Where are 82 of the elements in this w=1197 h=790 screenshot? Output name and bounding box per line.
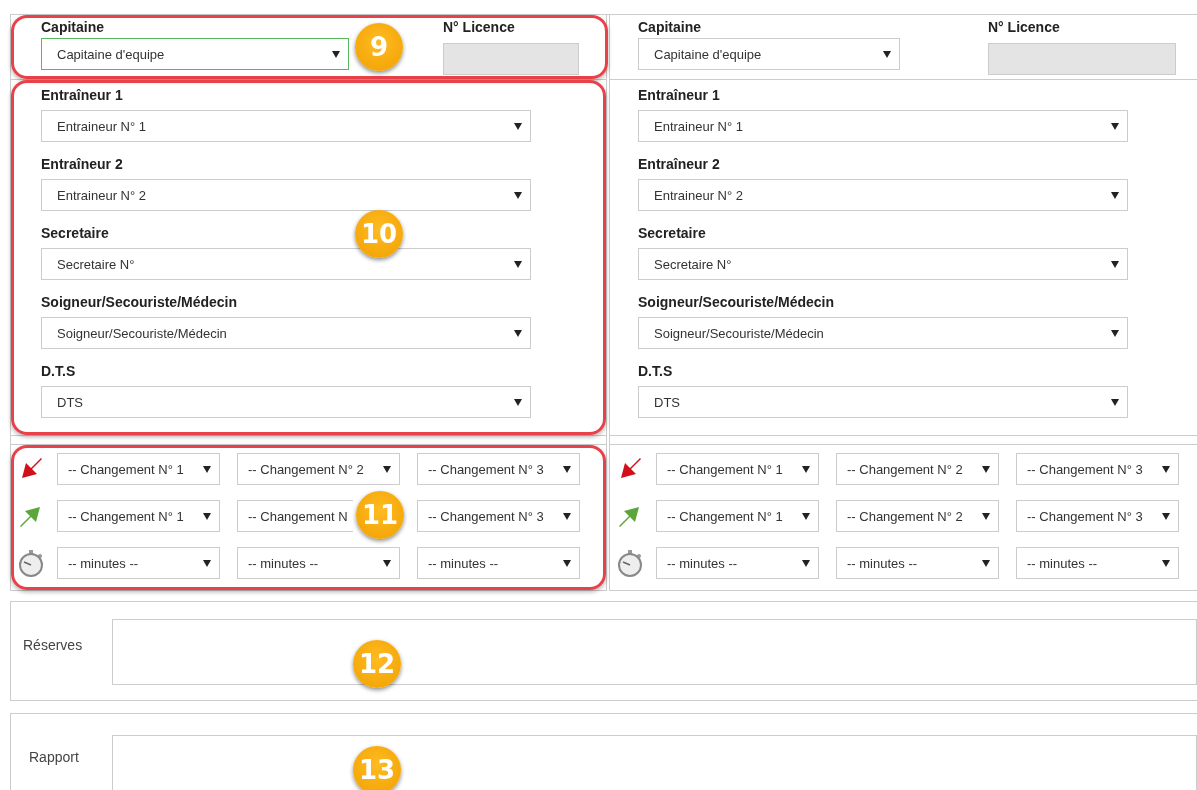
substitution-dropdown[interactable]: -- Changement N [237, 500, 353, 532]
substitution-dropdown[interactable]: -- Changement N° 2 [836, 500, 999, 532]
caret-icon [1111, 191, 1119, 199]
caret-icon [982, 465, 990, 473]
caret-icon [383, 465, 391, 473]
caret-icon [332, 50, 340, 58]
field-label: Entraîneur 1 [638, 86, 720, 104]
substitution-dropdown[interactable]: -- Changement N° 3 [1016, 500, 1179, 532]
caret-icon [802, 465, 810, 473]
staff-dropdown[interactable]: DTS [41, 386, 531, 418]
field-label: D.T.S [41, 362, 76, 380]
staff-dropdown[interactable]: Entraineur N° 1 [638, 110, 1128, 142]
staff-dropdown[interactable]: Soigneur/Secouriste/Médecin [41, 317, 531, 349]
field-label: Entraîneur 2 [41, 155, 123, 173]
field-label: Secretaire [638, 224, 706, 242]
caret-icon [203, 465, 211, 473]
staff-dropdown[interactable]: Entraineur N° 2 [638, 179, 1128, 211]
substitution-dropdown[interactable]: -- minutes -- [1016, 547, 1179, 579]
staff-dropdown[interactable]: Entraineur N° 1 [41, 110, 531, 142]
caret-icon [514, 260, 522, 268]
staff-dropdown[interactable]: DTS [638, 386, 1128, 418]
caret-icon [1111, 260, 1119, 268]
caret-icon [563, 512, 571, 520]
caret-icon [883, 50, 891, 58]
staff-dropdown[interactable]: Entraineur N° 2 [41, 179, 531, 211]
caret-icon [1111, 122, 1119, 130]
caret-icon [514, 122, 522, 130]
text-area[interactable] [112, 618, 1197, 685]
staff-dropdown[interactable]: Soigneur/Secouriste/Médecin [638, 317, 1128, 349]
caret-icon [1162, 559, 1170, 567]
substitution-dropdown[interactable]: -- Changement N° 3 [417, 453, 580, 485]
caret-icon [203, 559, 211, 567]
substitution-dropdown[interactable]: -- minutes -- [417, 547, 580, 579]
caret-icon [982, 559, 990, 567]
step-badge: 11 [356, 491, 404, 539]
caret-icon [514, 191, 522, 199]
substitution-dropdown[interactable]: -- Changement N° 1 [656, 453, 819, 485]
caret-icon [203, 512, 211, 520]
caret-icon [802, 512, 810, 520]
substitution-dropdown[interactable]: -- minutes -- [836, 547, 999, 579]
substitution-dropdown[interactable]: -- minutes -- [237, 547, 400, 579]
caret-icon [514, 329, 522, 337]
field-label: Capitaine [41, 18, 104, 36]
field-label: Capitaine [638, 18, 701, 36]
text-area[interactable] [112, 735, 1197, 790]
field-label: D.T.S [638, 362, 673, 380]
caret-icon [563, 465, 571, 473]
caret-icon [563, 559, 571, 567]
caret-icon [1111, 398, 1119, 406]
caret-icon [1111, 329, 1119, 337]
stopwatch-icon [615, 548, 645, 578]
caret-icon [1162, 465, 1170, 473]
caret-icon [514, 398, 522, 406]
field-label: Rapport [28, 749, 80, 765]
step-badge: 9 [355, 23, 403, 71]
staff-dropdown[interactable]: Secretaire N° [638, 248, 1128, 280]
substitution-dropdown[interactable]: -- Changement N° 2 [836, 453, 999, 485]
substitution-dropdown[interactable]: -- minutes -- [656, 547, 819, 579]
field-label: Soigneur/Secouriste/Médecin [638, 293, 835, 311]
field-label: Secretaire [41, 224, 109, 242]
caret-icon [383, 559, 391, 567]
caret-icon [982, 512, 990, 520]
substitution-dropdown[interactable]: -- Changement N° 3 [417, 500, 580, 532]
caret-icon [1162, 512, 1170, 520]
substitution-dropdown[interactable]: -- Changement N° 1 [57, 453, 220, 485]
substitution-dropdown[interactable]: -- Changement N° 2 [237, 453, 400, 485]
field-label: N° Licence [988, 18, 1060, 36]
substitution-dropdown[interactable]: -- minutes -- [57, 547, 220, 579]
caret-icon [802, 559, 810, 567]
field-label: N° Licence [443, 18, 515, 36]
captain-dropdown[interactable]: Capitaine d'equipe [638, 38, 900, 70]
field-label: Entraîneur 1 [41, 86, 123, 104]
captain-dropdown[interactable]: Capitaine d'equipe [41, 38, 349, 70]
substitution-dropdown[interactable]: -- Changement N° 1 [656, 500, 819, 532]
field-label: Soigneur/Secouriste/Médecin [41, 293, 238, 311]
substitution-dropdown[interactable]: -- Changement N° 3 [1016, 453, 1179, 485]
field-label: Entraîneur 2 [638, 155, 720, 173]
field-label: Réserves [22, 637, 84, 653]
stopwatch-icon [16, 548, 46, 578]
step-badge: 10 [355, 210, 403, 258]
staff-dropdown[interactable]: Secretaire N° [41, 248, 531, 280]
substitution-dropdown[interactable]: -- Changement N° 1 [57, 500, 220, 532]
